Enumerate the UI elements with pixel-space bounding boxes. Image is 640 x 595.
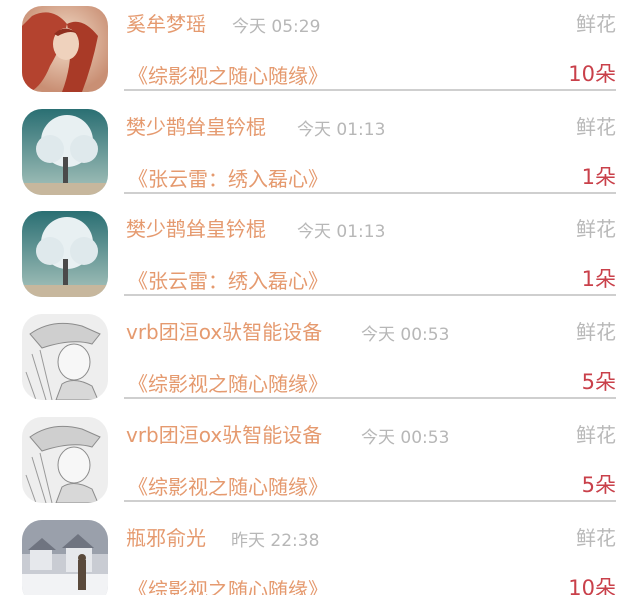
avatar[interactable] [22, 520, 108, 595]
gift-row[interactable]: 奚牟梦瑶 今天 05:29 鲜花 《综影视之随心随缘》 10朵 [0, 0, 640, 103]
avatar[interactable] [22, 109, 108, 195]
gift-type: 鲜花 [576, 115, 616, 139]
gift-row[interactable]: 樊少鹊耸皇钤棍 今天 01:13 鲜花 《张云雷：绣入磊心》 1朵 [0, 205, 640, 308]
gift-row[interactable]: 樊少鹊耸皇钤棍 今天 01:13 鲜花 《张云雷：绣入磊心》 1朵 [0, 103, 640, 206]
work-title-link[interactable]: 《张云雷：绣入磊心》 [128, 163, 328, 192]
gift-type: 鲜花 [576, 217, 616, 241]
sender-name[interactable]: 瓶邪俞光 [126, 522, 206, 551]
avatar[interactable] [22, 417, 108, 503]
gift-count: 5朵 [581, 370, 616, 394]
work-title-link[interactable]: 《综影视之随心随缘》 [128, 574, 328, 595]
gift-type: 鲜花 [576, 12, 616, 36]
gift-row[interactable]: vrb团洹ox驮智能设备 今天 00:53 鲜花 《综影视之随心随缘》 5朵 [0, 308, 640, 411]
gift-time: 今天 00:53 [361, 428, 450, 448]
gift-row[interactable]: 瓶邪俞光 昨天 22:38 鲜花 《综影视之随心随缘》 10朵 [0, 514, 640, 595]
gift-type: 鲜花 [576, 423, 616, 447]
row-divider [124, 89, 616, 91]
sender-name[interactable]: 樊少鹊耸皇钤棍 [126, 111, 266, 140]
gift-type: 鲜花 [576, 526, 616, 550]
gift-row[interactable]: vrb团洹ox驮智能设备 今天 00:53 鲜花 《综影视之随心随缘》 5朵 [0, 411, 640, 514]
work-title-link[interactable]: 《张云雷：绣入磊心》 [128, 265, 328, 294]
gift-count: 5朵 [581, 473, 616, 497]
avatar[interactable] [22, 314, 108, 400]
gift-time: 今天 01:13 [297, 222, 386, 242]
row-divider [124, 500, 616, 502]
gift-record-list: 奚牟梦瑶 今天 05:29 鲜花 《综影视之随心随缘》 10朵 樊少鹊耸皇钤棍 … [0, 0, 640, 595]
sender-name[interactable]: vrb团洹ox驮智能设备 [126, 316, 322, 345]
gift-count: 1朵 [581, 165, 616, 189]
sender-name[interactable]: vrb团洹ox驮智能设备 [126, 419, 322, 448]
gift-time: 今天 00:53 [361, 325, 450, 345]
gift-count: 10朵 [568, 62, 616, 86]
work-title-link[interactable]: 《综影视之随心随缘》 [128, 60, 328, 89]
sender-name[interactable]: 奚牟梦瑶 [126, 8, 206, 37]
avatar[interactable] [22, 6, 108, 92]
gift-count: 1朵 [581, 267, 616, 291]
sender-name[interactable]: 樊少鹊耸皇钤棍 [126, 213, 266, 242]
gift-count: 10朵 [568, 576, 616, 595]
work-title-link[interactable]: 《综影视之随心随缘》 [128, 368, 328, 397]
avatar[interactable] [22, 211, 108, 297]
work-title-link[interactable]: 《综影视之随心随缘》 [128, 471, 328, 500]
gift-time: 昨天 22:38 [231, 531, 320, 551]
row-divider [124, 397, 616, 399]
gift-time: 今天 01:13 [297, 120, 386, 140]
gift-type: 鲜花 [576, 320, 616, 344]
row-divider [124, 192, 616, 194]
row-divider [124, 294, 616, 296]
gift-time: 今天 05:29 [232, 17, 321, 37]
